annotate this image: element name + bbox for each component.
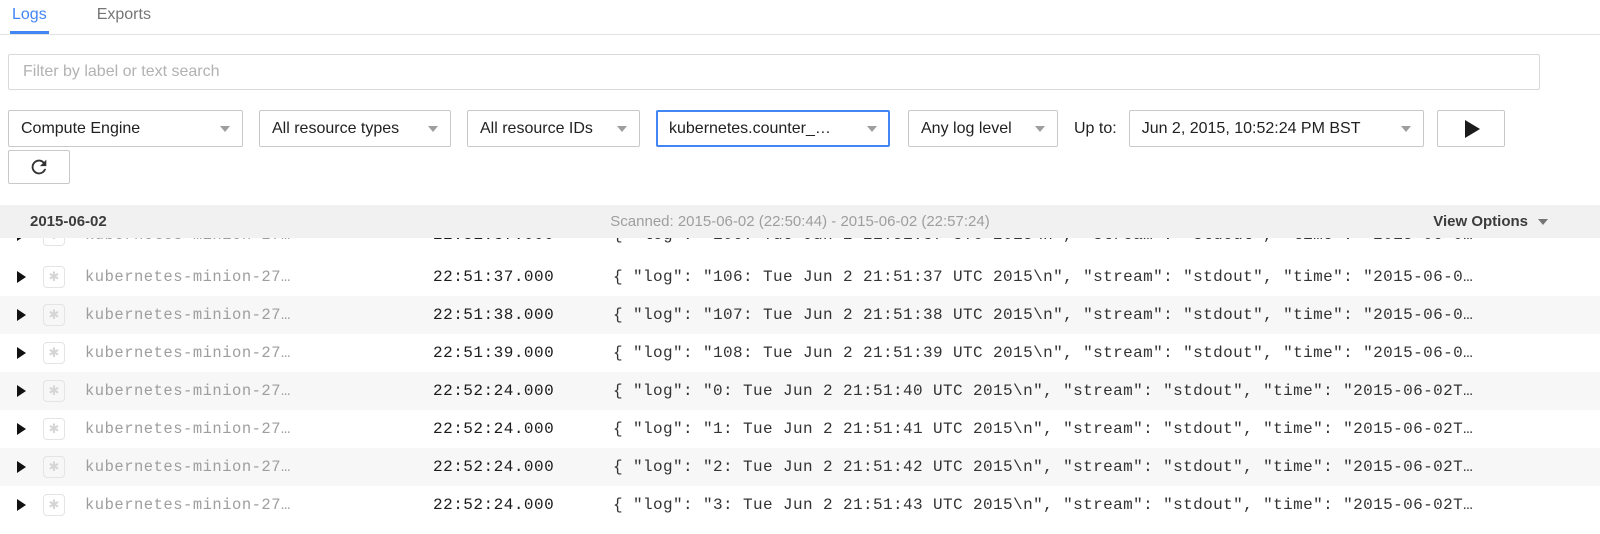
source-dropdown[interactable]: Compute Engine: [8, 110, 243, 147]
log-row-json: { "log": "106: Tue Jun 2 21:51:37 UTC 20…: [613, 238, 1600, 244]
log-row[interactable]: ✱ kubernetes-minion-27… 22:52:24.000 { "…: [0, 372, 1600, 410]
log-row-host: kubernetes-minion-27…: [85, 238, 433, 244]
filter-row: [0, 35, 1600, 110]
view-options-button[interactable]: View Options: [1433, 213, 1548, 230]
log-row-host: kubernetes-minion-27…: [85, 344, 433, 362]
filter-search-input[interactable]: [8, 54, 1540, 90]
log-level-any-icon: ✱: [43, 456, 65, 478]
log-row-time: 22:52:24.000: [433, 496, 613, 514]
log-row-json: { "log": "106: Tue Jun 2 21:51:37 UTC 20…: [613, 268, 1600, 286]
log-level-dropdown-label: Any log level: [921, 120, 1012, 138]
log-row-time: 22:51:37.000: [433, 268, 613, 286]
view-options-label: View Options: [1433, 213, 1528, 230]
resource-types-dropdown[interactable]: All resource types: [259, 110, 451, 147]
resource-ids-dropdown[interactable]: All resource IDs: [467, 110, 640, 147]
log-row-time: 22:51:39.000: [433, 344, 613, 362]
chevron-down-icon: [1401, 126, 1411, 132]
refresh-button[interactable]: [8, 150, 70, 184]
log-row[interactable]: ✱ kubernetes-minion-27… 22:52:24.000 { "…: [0, 448, 1600, 486]
log-level-any-icon: ✱: [43, 494, 65, 516]
clipped-log-row[interactable]: ✱ kubernetes-minion-27… 22:51:37.000 { "…: [0, 238, 1600, 258]
log-row-time: 22:51:37.000: [433, 238, 613, 244]
expand-row-icon[interactable]: [17, 385, 26, 397]
chevron-down-icon: [867, 126, 877, 132]
expand-row-icon[interactable]: [17, 461, 26, 473]
tab-bar: Logs Exports: [0, 0, 1600, 35]
log-row-time: 22:51:38.000: [433, 306, 613, 324]
scanned-range-label: Scanned: 2015-06-02 (22:50:44) - 2015-06…: [0, 213, 1600, 230]
log-row[interactable]: ✱ kubernetes-minion-27… 22:51:37.000 { "…: [0, 258, 1600, 296]
log-level-any-icon: ✱: [43, 418, 65, 440]
play-button[interactable]: [1437, 110, 1505, 147]
log-level-any-icon: ✱: [43, 238, 65, 246]
log-section: Scanned: 2015-06-02 (22:50:44) - 2015-06…: [0, 205, 1600, 524]
expand-row-icon[interactable]: [17, 423, 26, 435]
tab-logs[interactable]: Logs: [10, 0, 49, 34]
log-row[interactable]: ✱ kubernetes-minion-27… 22:51:38.000 { "…: [0, 296, 1600, 334]
log-level-any-icon: ✱: [43, 342, 65, 364]
log-level-dropdown[interactable]: Any log level: [908, 110, 1058, 147]
chevron-down-icon: [617, 126, 627, 132]
tab-exports[interactable]: Exports: [95, 0, 153, 34]
log-row-json: { "log": "107: Tue Jun 2 21:51:38 UTC 20…: [613, 306, 1600, 324]
expand-row-icon[interactable]: [17, 309, 26, 321]
log-name-dropdown[interactable]: kubernetes.counter_…: [656, 110, 890, 147]
up-to-label: Up to:: [1074, 120, 1117, 138]
log-row-time: 22:52:24.000: [433, 420, 613, 438]
chevron-down-icon: [1035, 126, 1045, 132]
refresh-icon: [28, 156, 50, 178]
log-row-json: { "log": "0: Tue Jun 2 21:51:40 UTC 2015…: [613, 382, 1600, 400]
log-row-host: kubernetes-minion-27…: [85, 306, 433, 324]
log-name-dropdown-label: kubernetes.counter_…: [669, 120, 831, 138]
log-row-host: kubernetes-minion-27…: [85, 268, 433, 286]
log-row[interactable]: ✱ kubernetes-minion-27… 22:52:24.000 { "…: [0, 486, 1600, 524]
log-row-host: kubernetes-minion-27…: [85, 420, 433, 438]
log-row-json: { "log": "2: Tue Jun 2 21:51:42 UTC 2015…: [613, 458, 1600, 476]
log-table-header: Scanned: 2015-06-02 (22:50:44) - 2015-06…: [0, 205, 1600, 238]
expand-row-icon[interactable]: [17, 238, 26, 241]
log-row-time: 22:52:24.000: [433, 458, 613, 476]
source-dropdown-label: Compute Engine: [21, 120, 140, 138]
log-row-time: 22:52:24.000: [433, 382, 613, 400]
chevron-down-icon: [1538, 219, 1548, 225]
log-level-any-icon: ✱: [43, 304, 65, 326]
datetime-dropdown-label: Jun 2, 2015, 10:52:24 PM BST: [1142, 120, 1361, 138]
resource-types-dropdown-label: All resource types: [272, 120, 399, 138]
log-row-host: kubernetes-minion-27…: [85, 496, 433, 514]
expand-row-icon[interactable]: [17, 347, 26, 359]
log-row[interactable]: ✱ kubernetes-minion-27… 22:51:37.000 { "…: [0, 238, 1600, 254]
log-row[interactable]: ✱ kubernetes-minion-27… 22:51:39.000 { "…: [0, 334, 1600, 372]
resource-ids-dropdown-label: All resource IDs: [480, 120, 593, 138]
log-row-json: { "log": "1: Tue Jun 2 21:51:41 UTC 2015…: [613, 420, 1600, 438]
datetime-dropdown[interactable]: Jun 2, 2015, 10:52:24 PM BST: [1129, 110, 1424, 147]
chevron-down-icon: [220, 126, 230, 132]
chevron-down-icon: [428, 126, 438, 132]
log-rows-list: ✱ kubernetes-minion-27… 22:51:37.000 { "…: [0, 258, 1600, 524]
log-row-json: { "log": "108: Tue Jun 2 21:51:39 UTC 20…: [613, 344, 1600, 362]
log-row-host: kubernetes-minion-27…: [85, 382, 433, 400]
log-row-json: { "log": "3: Tue Jun 2 21:51:43 UTC 2015…: [613, 496, 1600, 514]
log-row[interactable]: ✱ kubernetes-minion-27… 22:52:24.000 { "…: [0, 410, 1600, 448]
refresh-row: [8, 150, 1600, 184]
expand-row-icon[interactable]: [17, 271, 26, 283]
log-level-any-icon: ✱: [43, 380, 65, 402]
filter-toolbar: Compute Engine All resource types All re…: [8, 110, 1600, 147]
play-icon: [1465, 120, 1480, 138]
log-row-host: kubernetes-minion-27…: [85, 458, 433, 476]
log-level-any-icon: ✱: [43, 266, 65, 288]
expand-row-icon[interactable]: [17, 499, 26, 511]
